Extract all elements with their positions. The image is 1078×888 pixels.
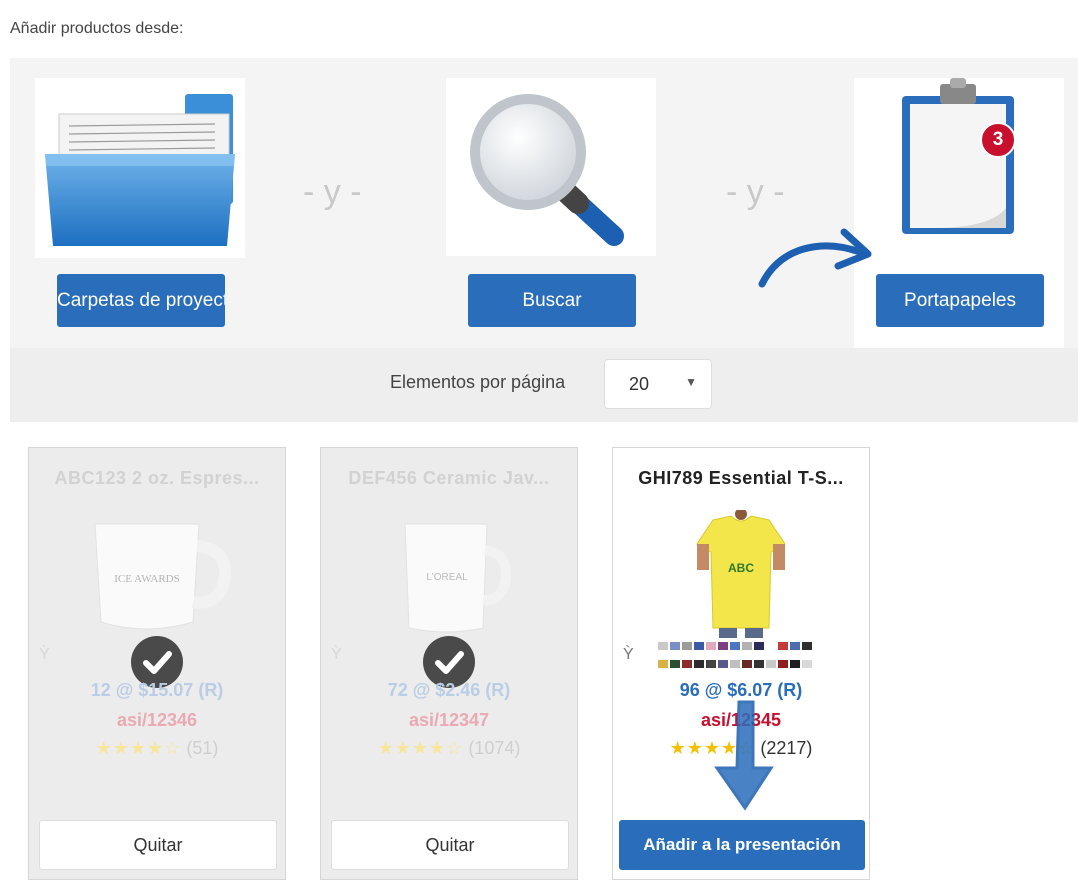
product-logo-text: ABC — [728, 561, 754, 575]
product-rating: ★★★★☆ (51) — [29, 738, 285, 759]
product-logo-text: L'OREAL — [426, 572, 468, 583]
color-swatch-icon: Ỳ — [39, 646, 50, 663]
separator-2: - y - — [726, 173, 785, 211]
clipboard-count-badge: 3 — [980, 122, 1016, 158]
product-title: DEF456 Ceramic Jav... — [348, 468, 550, 488]
product-rating: ★★★★☆ (1074) — [321, 738, 577, 759]
down-arrow-icon — [714, 700, 774, 811]
color-swatch-icon: Ỳ — [623, 646, 634, 663]
product-price: 12 @ $15.07 (R) — [90, 680, 224, 700]
items-per-page-select[interactable]: 20 ▼ — [604, 359, 712, 409]
source-search: Buscar — [444, 78, 656, 348]
source-clipboard: 3 Portapapeles — [854, 78, 1064, 348]
curved-arrow-icon — [758, 228, 872, 288]
clipboard-count: 3 — [992, 129, 1004, 150]
search-button[interactable]: Buscar — [468, 274, 636, 327]
remove-button[interactable]: Quitar — [39, 820, 277, 870]
items-per-page-value: 20 — [629, 374, 650, 394]
product-image-mug: ICE AWARDS — [77, 510, 237, 640]
items-per-page-label: Elementos por página — [390, 372, 566, 392]
product-title: ABC123 2 oz. Espres... — [54, 468, 260, 488]
add-products-header: Añadir productos desde: — [10, 20, 184, 37]
add-to-presentation-button[interactable]: Añadir a la presentación — [619, 820, 865, 870]
chevron-down-icon: ▼ — [685, 375, 697, 389]
color-swatch-icon: Ỳ — [331, 646, 342, 663]
separator-1: - y - — [303, 173, 362, 211]
product-sources-panel: Carpetas de proyectos - y - Buscar - y - — [10, 58, 1078, 348]
product-asi: asi/12346 — [116, 710, 198, 730]
clipboard-button[interactable]: Portapapeles — [876, 274, 1044, 327]
product-card: DEF456 Ceramic Jav... L'OREAL Ỳ 72 @ $2.… — [320, 447, 578, 880]
clipboard-icon — [894, 78, 1024, 238]
product-image-tshirt: ABC — [661, 508, 821, 640]
remove-button[interactable]: Quitar — [331, 820, 569, 870]
magnifier-icon — [446, 78, 656, 256]
product-card: GHI789 Essential T-S... ABC Ỳ 96 @ $6.07… — [612, 447, 870, 880]
folder-icon — [35, 78, 245, 258]
product-image-mug: L'OREAL — [369, 510, 529, 640]
product-logo-text: ICE AWARDS — [114, 573, 179, 585]
product-card: ABC123 2 oz. Espres... ICE AWARDS Ỳ 12 @… — [28, 447, 286, 880]
rating-count: (51) — [186, 738, 219, 758]
rating-count: (1074) — [468, 738, 521, 758]
product-asi: asi/12347 — [408, 710, 490, 730]
rating-stars: ★★★★☆ — [95, 738, 182, 758]
product-price: 72 @ $2.46 (R) — [387, 680, 511, 700]
color-swatches — [657, 638, 817, 668]
source-folders: Carpetas de proyectos — [35, 78, 245, 348]
product-title: GHI789 Essential T-S... — [638, 468, 844, 488]
rating-stars: ★★★★☆ — [377, 738, 464, 758]
folders-button[interactable]: Carpetas de proyectos — [57, 274, 225, 327]
items-per-page-bar: Elementos por página 20 ▼ — [10, 348, 1078, 422]
